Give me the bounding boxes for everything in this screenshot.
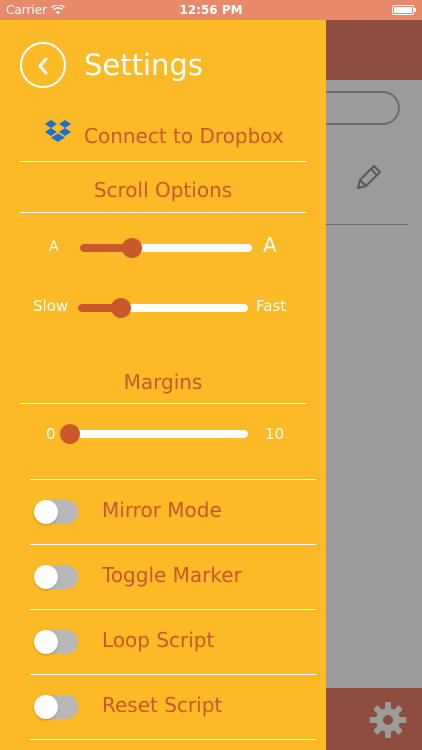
pencil-icon[interactable] (350, 160, 386, 196)
toggle-marker-toggle[interactable] (34, 565, 78, 589)
mirror-mode-row[interactable]: Mirror Mode (30, 480, 316, 544)
scroll-options-heading: Scroll Options (93, 178, 233, 202)
reset-script-row[interactable]: Reset Script (30, 675, 316, 739)
connect-dropbox-button[interactable]: Connect to Dropbox (20, 118, 306, 158)
toggle-label: Loop Script (102, 628, 215, 652)
toggle-knob (34, 500, 58, 524)
divider (20, 212, 306, 213)
font-size-max-label: A (263, 233, 277, 257)
list-divider (326, 224, 408, 225)
font-size-min-label: A (49, 239, 59, 255)
toggle-knob (34, 630, 58, 654)
margins-slider[interactable] (60, 424, 248, 444)
font-size-slider[interactable] (80, 238, 252, 258)
toggle-label: Toggle Marker (102, 563, 242, 587)
margins-max-label: 10 (265, 425, 285, 443)
margins-min-label: 0 (46, 425, 56, 443)
dropbox-label: Connect to Dropbox (84, 124, 284, 148)
loop-script-row[interactable]: Loop Script (30, 610, 316, 674)
margins-heading: Margins (123, 370, 203, 394)
toggle-label: Reset Script (102, 693, 223, 717)
mirror-mode-toggle[interactable] (34, 500, 78, 524)
toggle-marker-row[interactable]: Toggle Marker (30, 545, 316, 609)
divider (30, 739, 316, 740)
slider-thumb[interactable] (60, 424, 80, 444)
back-chevron-icon (38, 57, 48, 75)
speed-min-label: Slow (33, 297, 69, 315)
status-time: 12:56 PM (179, 3, 243, 17)
toggle-label: Mirror Mode (102, 498, 222, 522)
divider (20, 161, 306, 162)
toggle-knob (34, 565, 58, 589)
divider (20, 403, 306, 404)
settings-drawer: Settings Connect to Dropbox Scroll Optio… (0, 20, 326, 750)
speed-max-label: Fast (256, 297, 287, 315)
toggle-knob (34, 695, 58, 719)
slider-thumb[interactable] (110, 298, 131, 318)
gear-icon[interactable] (368, 700, 408, 740)
loop-script-toggle[interactable] (34, 630, 78, 654)
battery-icon (392, 5, 416, 15)
scroll-speed-slider[interactable] (78, 298, 248, 318)
page-title: Settings (84, 48, 203, 82)
status-bar: Carrier 12:56 PM (0, 0, 422, 20)
slider-thumb[interactable] (121, 238, 142, 258)
dropbox-icon (45, 120, 71, 142)
back-button[interactable] (20, 42, 66, 88)
reset-script-toggle[interactable] (34, 695, 78, 719)
